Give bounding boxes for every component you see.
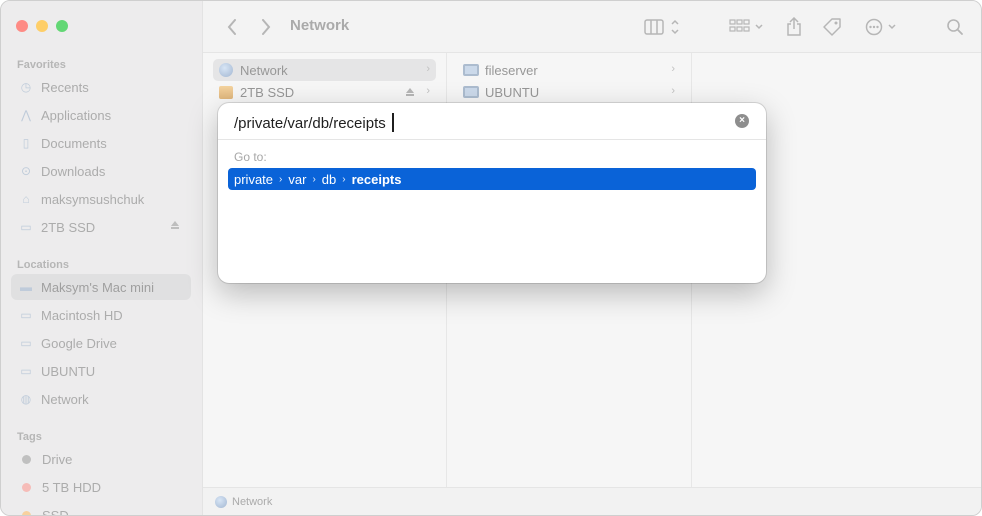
chevron-right-icon: › bbox=[342, 173, 346, 185]
finder-window: Favorites ◷ Recents ⋀ Applications ▯ Doc… bbox=[0, 0, 982, 516]
path-input[interactable] bbox=[234, 112, 714, 134]
divider bbox=[218, 139, 766, 140]
path-suggestion[interactable]: private › var › db › receipts bbox=[228, 168, 756, 190]
path-segment: db bbox=[321, 171, 337, 187]
go-to-folder-dialog: × Go to: private › var › db › receipts bbox=[218, 103, 766, 283]
path-segment-last: receipts bbox=[351, 171, 402, 187]
go-to-label: Go to: bbox=[234, 150, 267, 164]
path-segment: var bbox=[288, 171, 307, 187]
close-icon: × bbox=[739, 115, 745, 126]
text-caret bbox=[392, 113, 394, 132]
path-segment: private bbox=[234, 171, 274, 187]
chevron-right-icon: › bbox=[279, 173, 283, 185]
clear-input-button[interactable]: × bbox=[735, 114, 749, 128]
chevron-right-icon: › bbox=[312, 173, 316, 185]
